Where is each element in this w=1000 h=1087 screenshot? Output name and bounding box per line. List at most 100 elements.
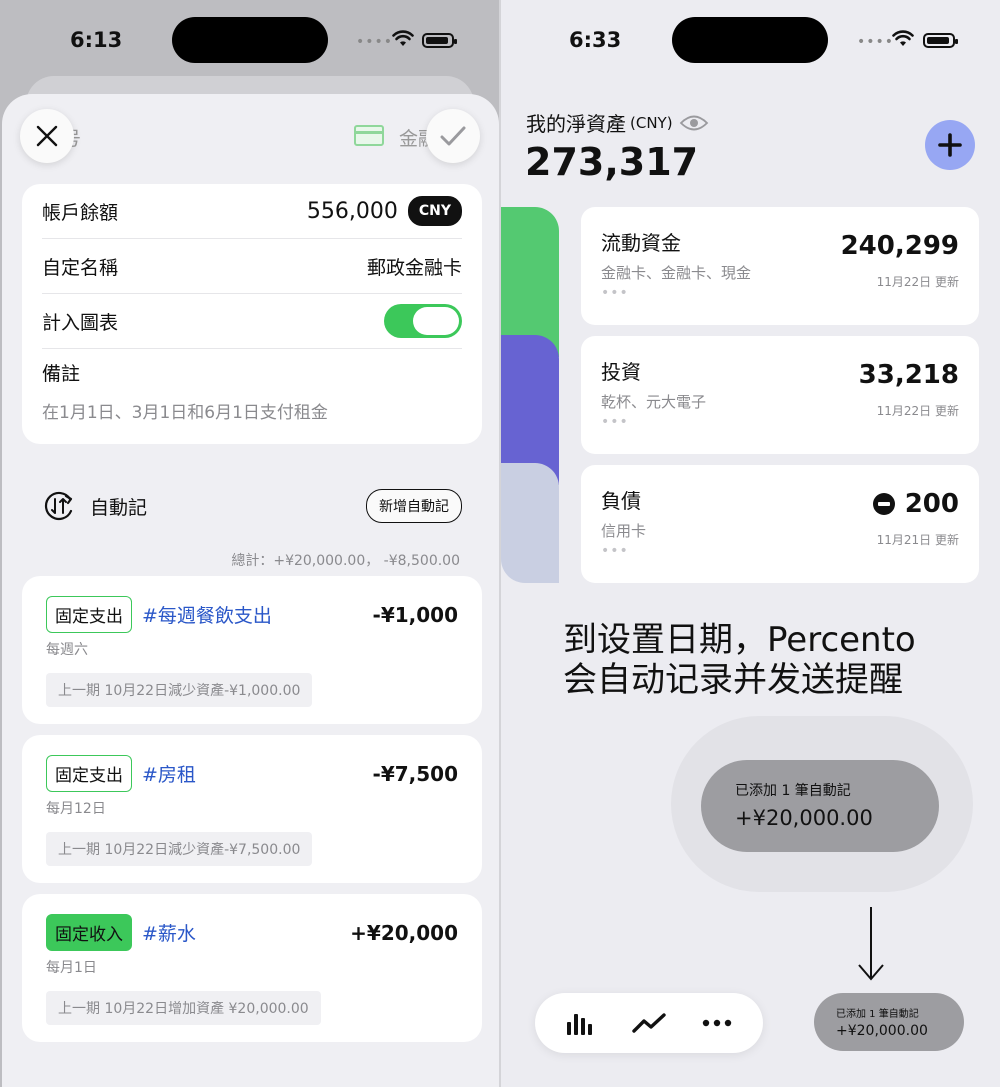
- include-in-chart-row: 計入圖表: [42, 294, 462, 349]
- last-period-note: 上一期 10月22日減少資產-¥7,500.00: [46, 832, 313, 866]
- status-bar: 6:13 ••••: [0, 0, 499, 82]
- auto-record-total: 總計：+¥20,000.00， -¥8,500.00: [231, 553, 460, 569]
- record-amount: -¥7,500: [372, 761, 458, 786]
- type-tag: 固定支出: [46, 596, 132, 633]
- eye-icon[interactable]: [679, 112, 709, 134]
- right-phone-screen: 6:33 •••• 我的淨資產 (CNY) 273,317 流動資金 金融卡、金…: [501, 0, 1000, 1087]
- caption-line-2: 会自动记录并发送提醒: [563, 660, 903, 700]
- confirm-button[interactable]: [426, 109, 480, 163]
- minus-circle-icon: [872, 493, 895, 515]
- tab-more[interactable]: [697, 1006, 737, 1040]
- amount-text: 200: [904, 489, 959, 519]
- last-period-note: 上一期 10月22日增加資產 ¥20,000.00: [46, 991, 321, 1025]
- status-time: 6:33: [569, 28, 622, 52]
- record-amount: -¥1,000: [372, 602, 458, 627]
- account-info-panel: 帳戶餘額 556,000 CNY 自定名稱 郵政金融卡 計入圖表 備註 在1月1…: [22, 184, 482, 444]
- line-chart-icon: [632, 1013, 666, 1033]
- account-group-investment[interactable]: 投資 乾杯、元大電子 ••• 33,218 11月22日 更新: [581, 336, 979, 454]
- close-button[interactable]: [20, 109, 74, 163]
- tab-trend[interactable]: [629, 1006, 669, 1040]
- updated-date: 11月22日 更新: [876, 275, 959, 289]
- asset-proportion-bar: [501, 207, 559, 583]
- toast-amount: +¥20,000.00: [735, 806, 873, 830]
- balance-label: 帳戶餘額: [42, 201, 119, 224]
- auto-record-item-top: 固定支出 #房租 -¥7,500: [46, 755, 458, 792]
- balance-value: 556,000: [306, 198, 398, 224]
- account-group-liability[interactable]: 負債 信用卡 ••• 200 11月21日 更新: [581, 465, 979, 583]
- battery-icon: [422, 33, 457, 48]
- status-time: 6:13: [70, 28, 123, 52]
- plus-icon: [938, 133, 962, 157]
- net-worth-label: 我的淨資產 (CNY): [526, 108, 709, 137]
- wifi-icon: [392, 30, 414, 46]
- sheet-header: 号 金融: [2, 94, 499, 184]
- dynamic-island: [172, 17, 328, 63]
- net-worth-title: 我的淨資產: [526, 112, 626, 136]
- credit-card-icon: [354, 125, 384, 146]
- balance-value-group: 556,000 CNY: [307, 196, 462, 226]
- auto-record-toast-enlarged: 已添加 1 筆自動記 +¥20,000.00: [701, 760, 939, 852]
- record-frequency: 每月12日: [46, 801, 106, 817]
- auto-record-icon: [44, 491, 73, 521]
- type-tag: 固定支出: [46, 755, 132, 792]
- record-frequency: 每月1日: [46, 960, 97, 976]
- account-group-amount: 240,299: [841, 231, 959, 261]
- bar-chart-icon: [567, 1014, 592, 1035]
- record-amount: +¥20,000: [350, 920, 458, 945]
- amount-text: 33,218: [858, 360, 959, 390]
- arrow-down-icon: [858, 907, 884, 981]
- wifi-icon: [892, 30, 914, 46]
- updated-date: 11月22日 更新: [876, 404, 959, 418]
- balance-row[interactable]: 帳戶餘額 556,000 CNY: [42, 184, 462, 239]
- add-account-button[interactable]: [925, 120, 975, 170]
- status-bar: 6:33 ••••: [501, 0, 1000, 82]
- currency-badge[interactable]: CNY: [407, 196, 462, 226]
- hashtag-label: #薪水: [142, 923, 196, 945]
- type-tag: 固定收入: [46, 914, 132, 951]
- signal-icon: ••••: [857, 34, 895, 50]
- hashtag-label: #房租: [142, 764, 196, 786]
- custom-name-row[interactable]: 自定名稱 郵政金融卡: [42, 239, 462, 294]
- auto-record-title: 自動記: [90, 496, 148, 519]
- auto-record-item[interactable]: 固定支出 #每週餐飲支出 -¥1,000 每週六 上一期 10月22日減少資產-…: [22, 576, 482, 724]
- last-period-note: 上一期 10月22日減少資產-¥1,000.00: [46, 673, 313, 707]
- updated-date: 11月21日 更新: [876, 533, 959, 547]
- toggle-knob: [413, 307, 459, 335]
- amount-text: 240,299: [840, 231, 959, 261]
- add-auto-record-button[interactable]: 新增自動記: [366, 489, 462, 523]
- auto-record-header: 自動記 新增自動記: [42, 489, 462, 523]
- signal-icon: ••••: [356, 34, 394, 50]
- account-group-amount: 33,218: [859, 360, 959, 390]
- include-in-chart-label: 計入圖表: [42, 311, 119, 334]
- custom-name-label: 自定名稱: [42, 256, 119, 279]
- tab-bar: [535, 993, 763, 1053]
- custom-name-value: 郵政金融卡: [366, 256, 462, 279]
- auto-record-item[interactable]: 固定支出 #房租 -¥7,500 每月12日 上一期 10月22日減少資產-¥7…: [22, 735, 482, 883]
- tab-overview[interactable]: [561, 1006, 601, 1040]
- account-group-liquid[interactable]: 流動資金 金融卡、金融卡、現金 ••• 240,299 11月22日 更新: [581, 207, 979, 325]
- checkmark-icon: [440, 126, 466, 146]
- note-row[interactable]: 備註 在1月1日、3月1日和6月1日支付租金: [42, 349, 462, 423]
- edit-account-sheet: 号 金融 帳戶餘額 556,000 CNY: [2, 94, 499, 1087]
- auto-record-item-top: 固定收入 #薪水 +¥20,000: [46, 914, 458, 951]
- record-frequency: 每週六: [46, 642, 88, 658]
- dynamic-island: [672, 17, 828, 63]
- liability-segment: [501, 463, 559, 583]
- battery-icon: [923, 33, 958, 48]
- include-in-chart-toggle[interactable]: [384, 304, 462, 338]
- net-worth-currency: (CNY): [630, 113, 673, 132]
- promo-caption: 到设置日期，Percento 会自动记录并发送提醒: [563, 620, 993, 700]
- caption-line-1: 到设置日期，Percento: [563, 620, 916, 660]
- left-phone-screen: 6:13 •••• 号 金融: [0, 0, 499, 1087]
- note-text: 在1月1日、3月1日和6月1日支付租金: [42, 403, 328, 423]
- net-worth-value: 273,317: [525, 140, 699, 184]
- auto-record-item-top: 固定支出 #每週餐飲支出 -¥1,000: [46, 596, 458, 633]
- toast-title: 已添加 1 筆自動記: [735, 783, 851, 799]
- note-label: 備註: [42, 363, 81, 385]
- toast-amount: +¥20,000.00: [836, 1023, 928, 1039]
- toast-title: 已添加 1 筆自動記: [836, 1009, 919, 1020]
- more-icon: [702, 1019, 732, 1027]
- auto-record-item[interactable]: 固定收入 #薪水 +¥20,000 每月1日 上一期 10月22日增加資產 ¥2…: [22, 894, 482, 1042]
- hashtag-label: #每週餐飲支出: [142, 605, 272, 627]
- auto-record-toast[interactable]: 已添加 1 筆自動記 +¥20,000.00: [814, 993, 964, 1051]
